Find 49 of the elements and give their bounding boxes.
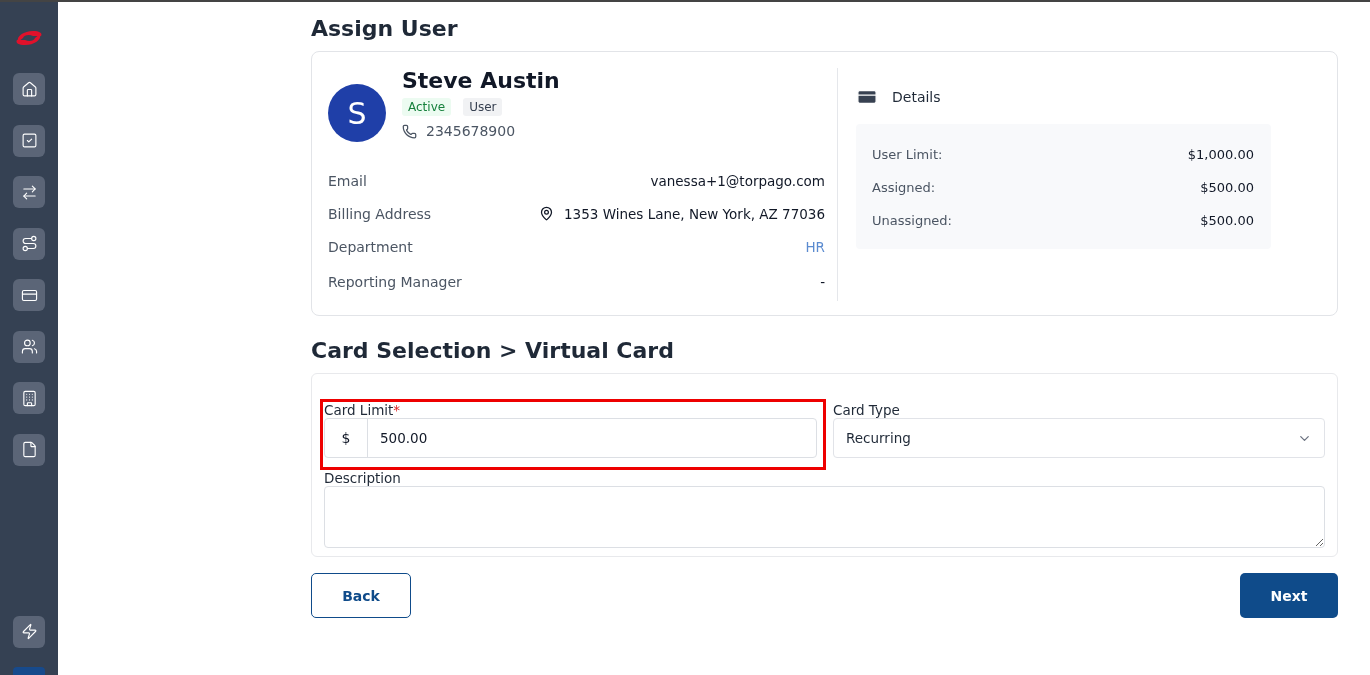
field-label: Billing Address (328, 205, 432, 222)
sidebar-button[interactable] (13, 227, 45, 260)
status-tag: Active (402, 98, 452, 116)
field-label: Department (328, 238, 413, 255)
description-field[interactable] (324, 486, 1325, 548)
sidebar-button[interactable] (13, 382, 45, 414)
sidebar-button[interactable] (13, 279, 45, 311)
field-label: Reporting Manager (328, 274, 462, 290)
checkbox-icon (20, 132, 38, 149)
file-icon (20, 441, 38, 458)
avatar: S (328, 84, 386, 142)
role-tag: User (463, 98, 503, 116)
logo-icon (14, 28, 44, 48)
sidebar-button[interactable] (13, 73, 45, 105)
sidebar-button[interactable] (13, 330, 45, 363)
users-icon (20, 338, 38, 355)
section-title: Assign User (311, 16, 459, 41)
sidebar-button[interactable] (13, 176, 45, 208)
field-label: Card Limit* (324, 402, 402, 418)
phone-icon (402, 123, 417, 139)
phone-number: 2345678900 (426, 123, 516, 139)
detail-value: $500.00 (1200, 213, 1254, 228)
detail-label: Unassigned: (872, 213, 952, 228)
detail-label: User Limit: (872, 147, 943, 162)
back-button[interactable]: Back (311, 573, 411, 618)
section-title: Card Selection > Virtual Card (311, 338, 675, 363)
sidebar-button[interactable] (13, 615, 45, 648)
home-icon (20, 80, 38, 98)
arrows-icon (20, 183, 38, 201)
next-button[interactable]: Next (1240, 573, 1338, 618)
building-icon (20, 389, 38, 407)
sidebar-button[interactable] (13, 124, 45, 157)
field-value: 1353 Wines Lane, New York, AZ 77036 (564, 205, 825, 222)
field-value: vanessa+1@torpago.com (650, 172, 825, 189)
details-title: Details (892, 89, 941, 105)
field-label: Card Type (833, 402, 901, 418)
user-name: Steve Austin (402, 68, 560, 93)
detail-value: $1,000.00 (1187, 147, 1254, 162)
lightning-icon (20, 623, 38, 640)
detail-value: $500.00 (1200, 180, 1254, 195)
field-label: Email (328, 172, 367, 189)
sidebar-button[interactable] (13, 433, 45, 466)
location-pin-icon (539, 206, 554, 221)
detail-label: Assigned: (872, 180, 936, 195)
field-value: - (820, 274, 825, 290)
route-icon (20, 235, 38, 252)
field-label: Description (324, 470, 402, 486)
card-limit-field[interactable]: $ 500.00 (324, 418, 817, 458)
card-type-select[interactable]: Recurring (833, 418, 1325, 458)
